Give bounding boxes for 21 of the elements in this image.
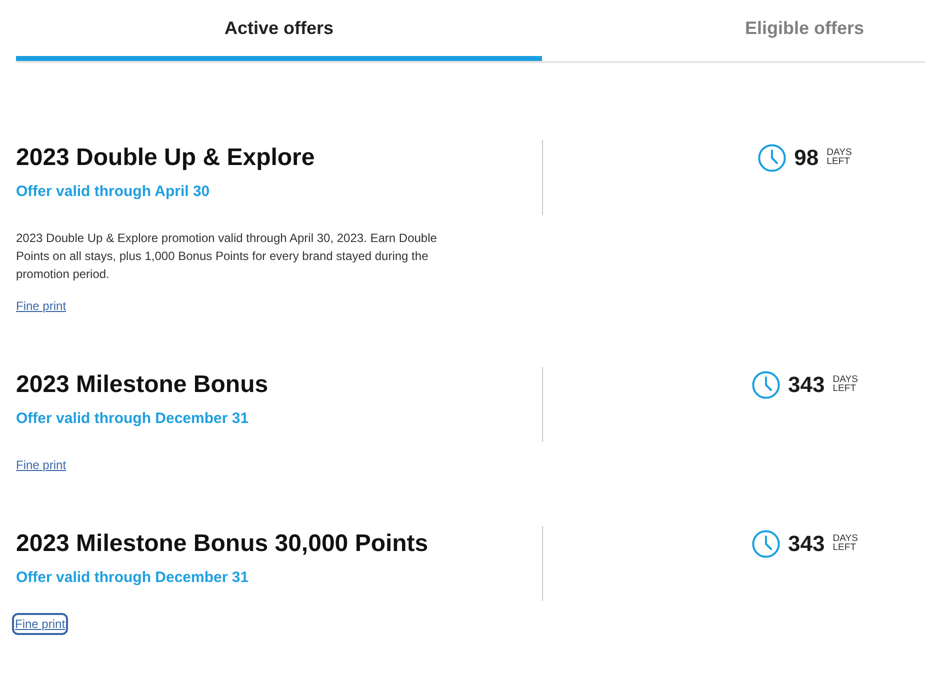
clock-icon [752,371,780,399]
days-count: 343 [788,530,825,558]
fine-print-link[interactable]: Fine print [16,456,66,474]
days-left-label: DAYS LEFT [832,534,858,552]
days-count: 343 [788,371,825,399]
days-left-label: DAYS LEFT [832,374,858,394]
offer-validity: Offer valid through April 30 [16,182,210,202]
offer-description: 2023 Double Up & Explore promotion valid through April 30, 2023. Earn Double Points on all stays, plus 1,000 Bonus Points for every brand stayed during the promotion period. [16,230,438,283]
offer-title: 2023 Milestone Bonus 30,000 Points [16,529,428,559]
clock-icon [752,530,780,558]
clock-icon [758,144,786,172]
fine-print-link[interactable]: Fine print [16,297,66,315]
days-count: 98 [794,144,819,172]
days-left-label: DAYS LEFT [826,148,852,166]
offers-tab[interactable]: Active offers [16,0,542,61]
offer-title: 2023 Double Up & Explore [16,143,315,173]
offer-validity: Offer valid through December 31 [16,568,249,588]
offer-title: 2023 Milestone Bonus [16,370,268,400]
fine-print-link[interactable]: Fine print [14,615,66,633]
offers-tab[interactable]: Eligible offers [684,0,925,61]
offer-validity: Offer valid through December 31 [16,409,249,429]
